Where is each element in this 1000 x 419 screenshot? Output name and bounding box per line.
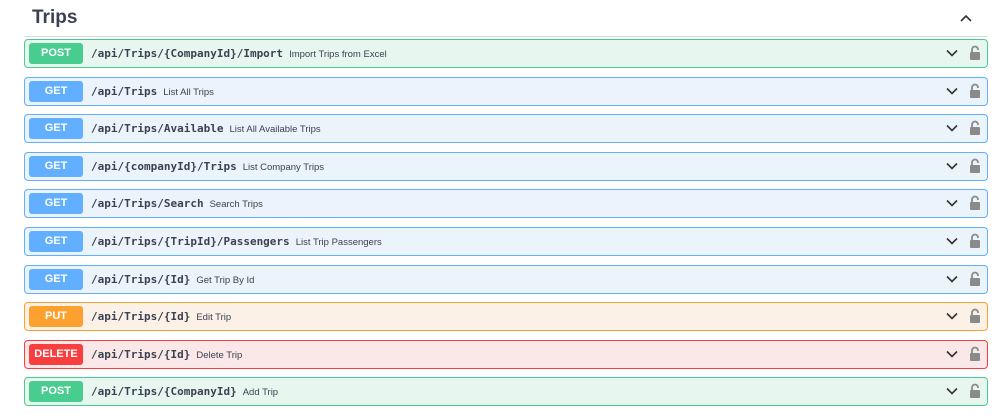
- operation-path[interactable]: /api/{companyId}/Trips List Company Trips: [91, 153, 324, 181]
- operation-path[interactable]: /api/Trips/{CompanyId} Add Trip: [91, 378, 278, 406]
- unlocked-icon[interactable]: [969, 271, 981, 287]
- operation-path[interactable]: /api/Trips/{Id} Edit Trip: [91, 303, 231, 331]
- chevron-down-icon[interactable]: [945, 46, 959, 60]
- operation-get[interactable]: GET/api/{companyId}/Trips List Company Tr…: [24, 151, 988, 181]
- chevron-down-icon[interactable]: [945, 234, 959, 248]
- operation-path[interactable]: /api/Trips List All Trips: [91, 78, 214, 106]
- path-text: /api/Trips/{CompanyId}: [91, 385, 237, 399]
- path-text: /api/Trips/{TripId}/Passengers: [91, 235, 290, 248]
- operation-post[interactable]: POST/api/Trips/{CompanyId}/Import Import …: [24, 39, 988, 68]
- operation-summary: List All Available Trips: [229, 124, 321, 136]
- chevron-down-icon[interactable]: [945, 84, 959, 98]
- method-badge: GET: [29, 155, 83, 177]
- operation-summary: Delete Trip: [196, 349, 243, 361]
- method-badge: DELETE: [29, 343, 83, 365]
- path-text: /api/Trips/{Id}: [91, 272, 191, 286]
- chevron-down-icon[interactable]: [945, 384, 959, 398]
- operation-summary: Import Trips from Excel: [289, 49, 387, 60]
- operation-summary: List Trip Passengers: [295, 237, 382, 248]
- method-badge: GET: [29, 80, 83, 102]
- operation-summary: List Company Trips: [242, 161, 325, 173]
- operation-summary: Get Trip By Id: [196, 274, 255, 286]
- operation-get[interactable]: GET/api/Trips List All Trips: [24, 76, 988, 106]
- chevron-down-icon[interactable]: [945, 272, 959, 286]
- operation-summary: List All Trips: [163, 86, 214, 98]
- operation-summary: Search Trips: [209, 199, 263, 211]
- unlocked-icon[interactable]: [969, 233, 981, 249]
- unlocked-icon[interactable]: [969, 383, 981, 399]
- chevron-down-icon[interactable]: [945, 121, 959, 135]
- unlocked-icon[interactable]: [969, 158, 981, 174]
- operation-path[interactable]: /api/Trips/Available List All Available T…: [91, 115, 321, 143]
- operation-path[interactable]: /api/Trips/{Id} Get Trip By Id: [91, 266, 254, 294]
- chevron-down-icon[interactable]: [945, 196, 959, 210]
- operation-put[interactable]: PUT/api/Trips/{Id} Edit Trip: [24, 302, 988, 332]
- operation-path[interactable]: /api/Trips/{TripId}/Passengers List Trip …: [91, 228, 382, 256]
- operation-delete[interactable]: DELETE/api/Trips/{Id} Delete Trip: [24, 339, 988, 369]
- unlocked-icon[interactable]: [969, 120, 981, 136]
- method-badge: GET: [29, 231, 83, 252]
- path-text: /api/Trips/{Id}: [91, 310, 191, 324]
- unlocked-icon[interactable]: [969, 45, 981, 61]
- method-badge: GET: [29, 193, 83, 215]
- unlocked-icon[interactable]: [969, 346, 981, 362]
- operation-post[interactable]: POST/api/Trips/{CompanyId} Add Trip: [24, 377, 988, 407]
- operation-get[interactable]: GET/api/Trips/Search Search Trips: [24, 189, 988, 219]
- operation-path[interactable]: /api/Trips/{CompanyId}/Import Import Trip…: [91, 40, 387, 68]
- operation-path[interactable]: /api/Trips/Search Search Trips: [91, 190, 263, 218]
- path-text: /api/Trips/Search: [91, 197, 204, 211]
- method-badge: GET: [29, 268, 83, 290]
- operation-get[interactable]: GET/api/Trips/Available List All Availabl…: [24, 114, 988, 144]
- path-text: /api/{companyId}/Trips: [91, 159, 237, 173]
- chevron-down-icon[interactable]: [945, 159, 959, 173]
- unlocked-icon[interactable]: [969, 195, 981, 211]
- section-title: Trips: [32, 7, 78, 28]
- method-badge: POST: [29, 43, 83, 64]
- method-badge: GET: [29, 118, 83, 140]
- operation-summary: Edit Trip: [196, 312, 232, 324]
- chevron-down-icon[interactable]: [945, 309, 959, 323]
- path-text: /api/Trips: [91, 84, 158, 98]
- operation-get[interactable]: GET/api/Trips/{Id} Get Trip By Id: [24, 264, 988, 294]
- operation-get[interactable]: GET/api/Trips/{TripId}/Passengers List Tr…: [24, 227, 988, 256]
- chevron-down-icon[interactable]: [945, 347, 959, 361]
- method-badge: PUT: [29, 306, 83, 328]
- chevron-up-icon[interactable]: [958, 10, 974, 26]
- path-text: /api/Trips/Available: [91, 122, 224, 136]
- method-badge: POST: [29, 381, 83, 403]
- unlocked-icon[interactable]: [969, 308, 981, 324]
- path-text: /api/Trips/{Id}: [91, 347, 191, 361]
- unlocked-icon[interactable]: [969, 83, 981, 99]
- section-header[interactable]: Trips: [24, 0, 988, 37]
- operation-path[interactable]: /api/Trips/{Id} Delete Trip: [91, 341, 242, 369]
- operation-summary: Add Trip: [242, 387, 279, 399]
- path-text: /api/Trips/{CompanyId}/Import: [91, 47, 284, 60]
